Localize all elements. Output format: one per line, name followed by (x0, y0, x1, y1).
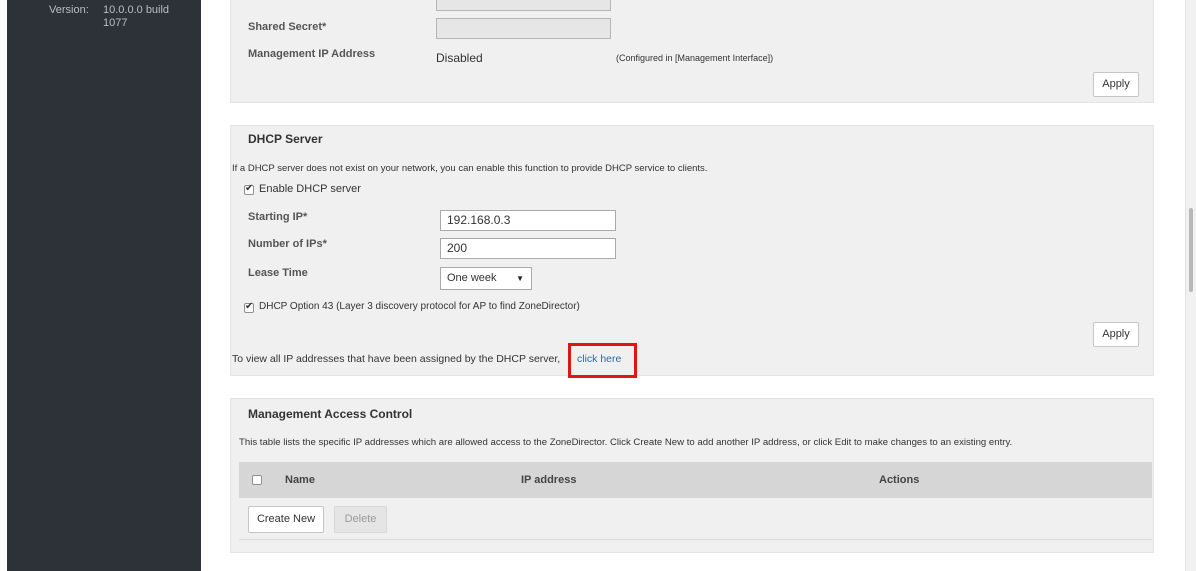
shared-secret-label: Shared Secret* (248, 21, 327, 33)
delete-button: Delete (334, 506, 387, 533)
enable-dhcp-checkbox[interactable]: ✔ (244, 183, 254, 195)
dhcp-apply-button[interactable]: Apply (1093, 322, 1139, 347)
col-actions: Actions (879, 474, 920, 486)
shared-secret-input[interactable] (436, 18, 611, 39)
lease-time-select[interactable]: One week ▼ (440, 267, 532, 290)
col-name[interactable]: Name (285, 474, 315, 486)
sidebar: Version: 10.0.0.0 build 1077 (7, 0, 201, 571)
lease-time-label: Lease Time (248, 267, 308, 279)
lease-time-value: One week (447, 272, 497, 284)
select-all-checkbox[interactable] (252, 475, 262, 485)
radius-apply-button[interactable]: Apply (1093, 72, 1139, 97)
scrollbar-thumb[interactable] (1189, 208, 1193, 292)
col-ip-address[interactable]: IP address (521, 474, 576, 486)
check-icon: ✔ (245, 301, 254, 312)
version-label: Version: (49, 4, 89, 16)
enable-dhcp-label[interactable]: Enable DHCP server (259, 183, 361, 195)
dropdown-arrow-icon: ▼ (516, 274, 524, 283)
mac-section-title: Management Access Control (248, 407, 413, 421)
dhcp-option43-checkbox[interactable]: ✔ (244, 301, 254, 313)
table-divider (239, 539, 1152, 540)
starting-ip-label: Starting IP* (248, 211, 308, 223)
vertical-scrollbar[interactable] (1185, 0, 1196, 571)
num-ips-label: Number of IPs* (248, 238, 327, 250)
mgmt-ip-value: Disabled (436, 51, 483, 65)
hidden-top-input[interactable] (436, 0, 611, 11)
mgmt-ip-label: Management IP Address (248, 48, 376, 60)
dhcp-section-title: DHCP Server (248, 132, 323, 146)
num-ips-input[interactable]: 200 (440, 238, 616, 259)
mac-table-header: Name IP address Actions (239, 462, 1152, 498)
dhcp-option43-label[interactable]: DHCP Option 43 (Layer 3 discovery protoc… (259, 301, 580, 312)
check-icon: ✔ (245, 183, 254, 194)
dhcp-view-text: To view all IP addresses that have been … (232, 353, 561, 365)
mac-description: This table lists the specific IP address… (239, 437, 1013, 448)
dhcp-server-panel: DHCP Server If a DHCP server does not ex… (230, 125, 1154, 376)
mgmt-ip-note: (Configured in [Management Interface]) (616, 53, 774, 63)
starting-ip-input[interactable]: 192.168.0.3 (440, 210, 616, 231)
create-new-button[interactable]: Create New (248, 506, 324, 533)
main-content: Shared Secret* Management IP Address Dis… (201, 0, 1185, 571)
dhcp-description: If a DHCP server does not exist on your … (232, 163, 708, 174)
highlight-box (568, 343, 637, 378)
management-access-panel: Management Access Control This table lis… (230, 398, 1154, 553)
left-edge (0, 0, 7, 571)
version-value: 10.0.0.0 build 1077 (103, 4, 170, 29)
radius-panel: Shared Secret* Management IP Address Dis… (230, 0, 1154, 103)
